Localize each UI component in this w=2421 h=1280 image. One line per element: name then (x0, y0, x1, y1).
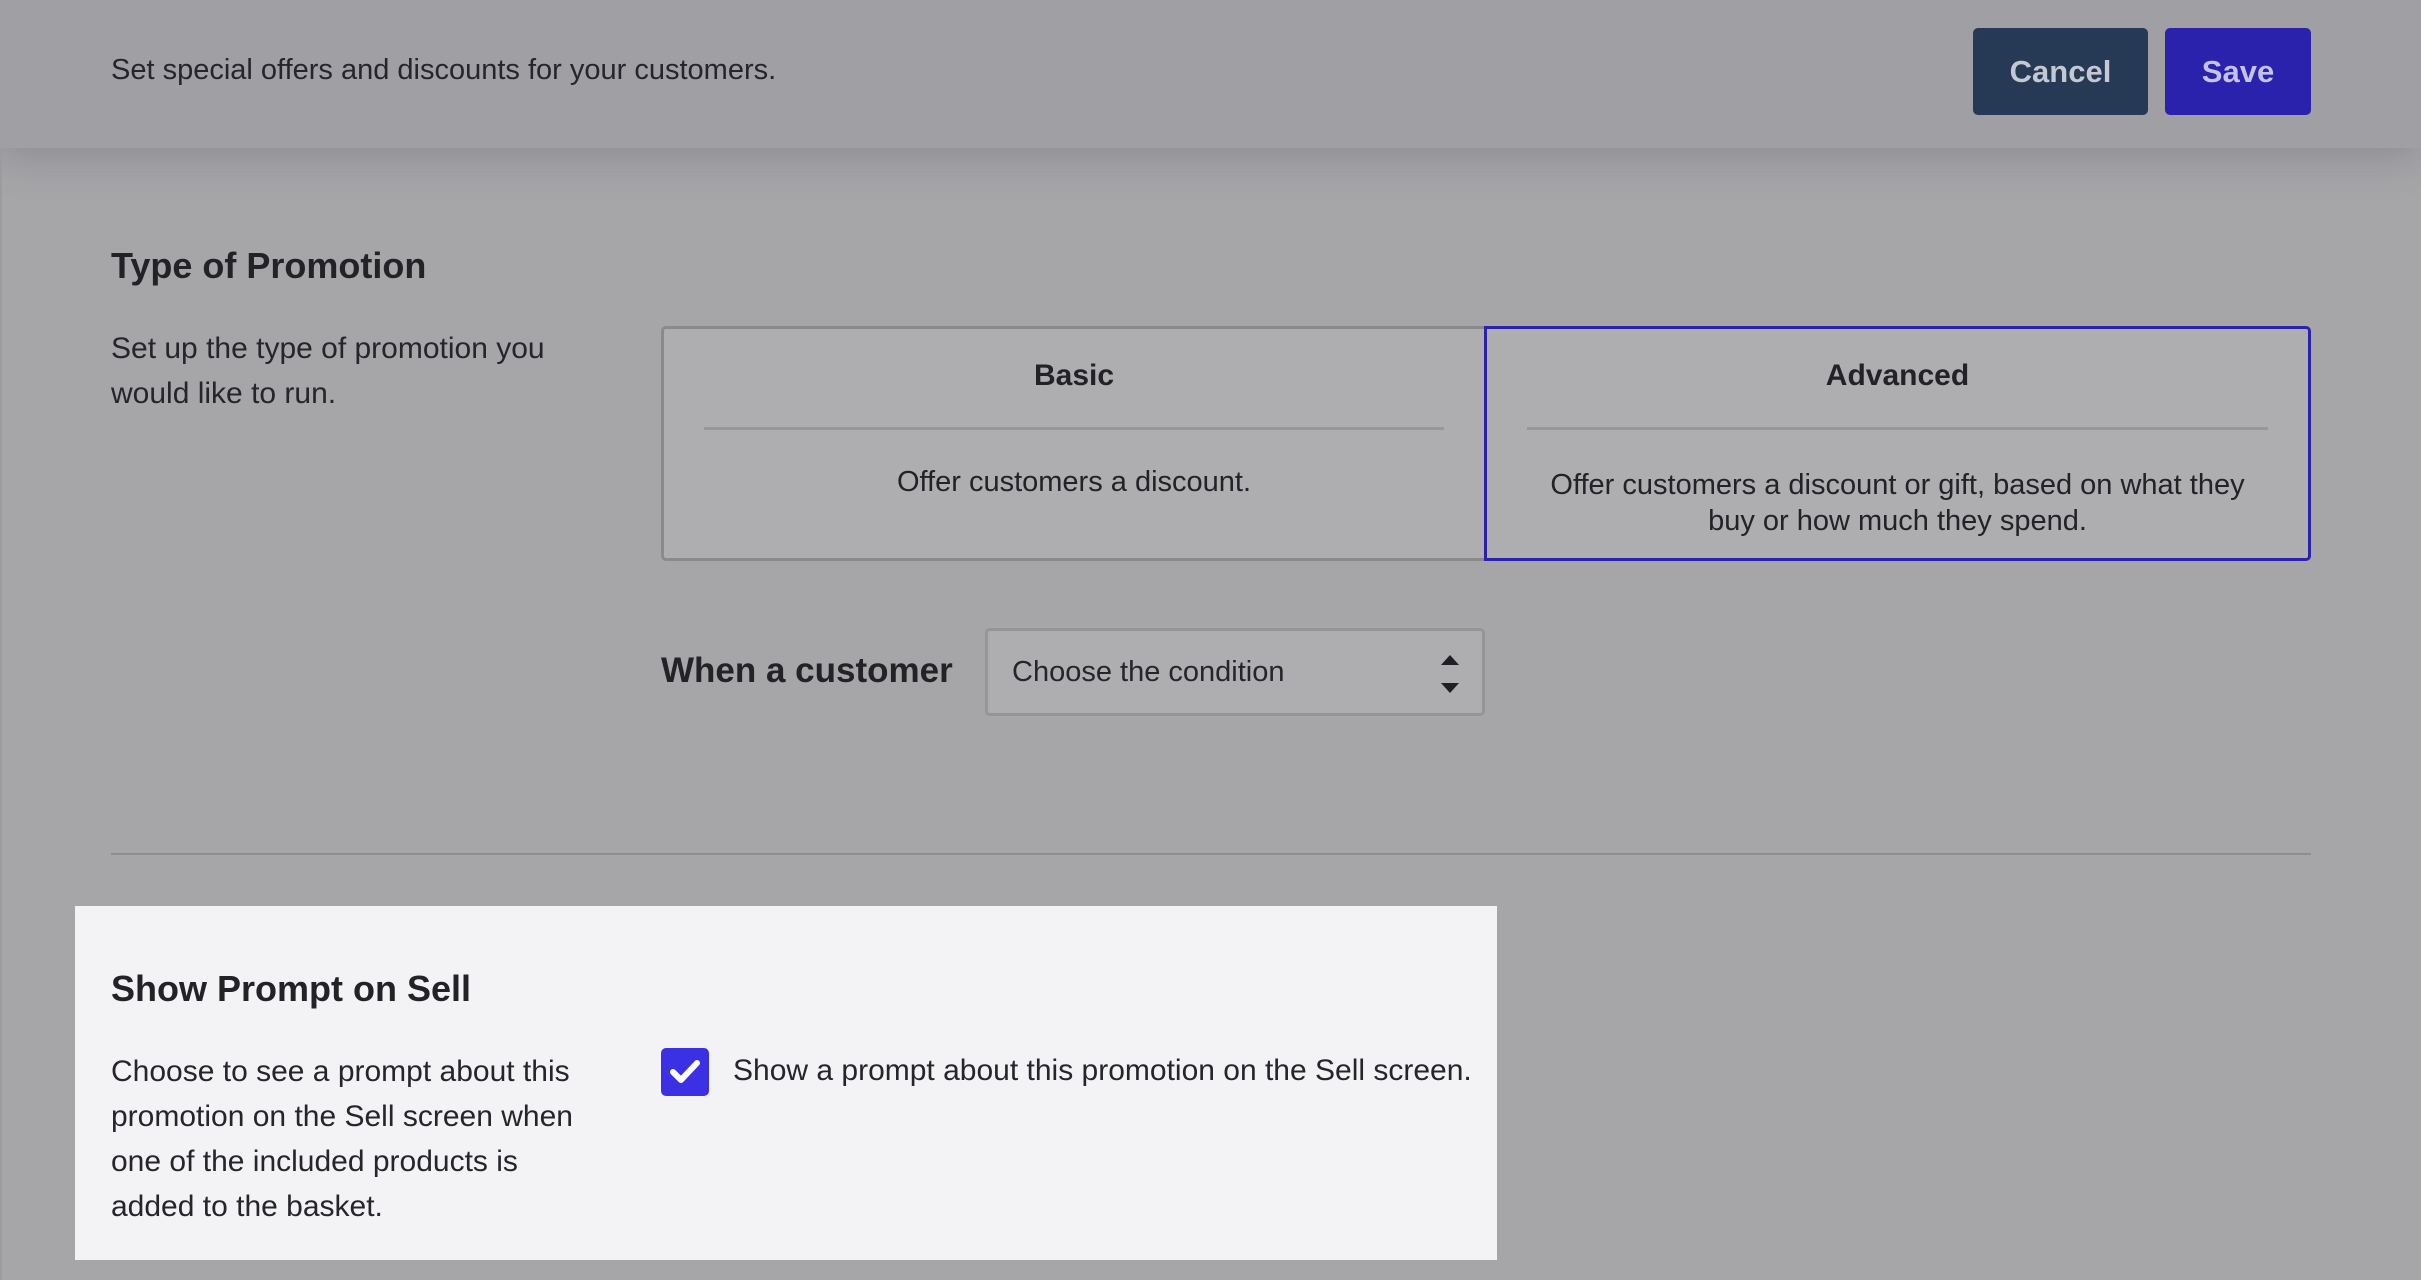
checkmark-icon (670, 1060, 700, 1083)
option-divider (1527, 427, 2268, 430)
option-description: Offer customers a discount. (896, 466, 1252, 498)
condition-select[interactable]: Choose the condition (985, 628, 1485, 716)
show-prompt-checkbox[interactable] (661, 1048, 709, 1096)
promotion-type-description: Set up the type of promotion you would l… (111, 332, 545, 410)
header-subtitle: Set special offers and discounts for you… (111, 54, 777, 86)
left-edge-divider (0, 148, 2, 1280)
cancel-button[interactable]: Cancel (1973, 28, 2148, 115)
option-description: Offer customers a discount or gift, base… (1550, 469, 2245, 537)
option-divider (704, 427, 1444, 430)
option-title: Advanced (1825, 359, 1970, 392)
sort-arrows-icon (1438, 649, 1462, 699)
promotion-option-basic[interactable]: Basic Offer customers a discount. (661, 326, 1484, 561)
save-button[interactable]: Save (2165, 28, 2311, 115)
condition-label: When a customer (661, 651, 953, 690)
show-prompt-description: Choose to see a prompt about this promot… (111, 1055, 573, 1223)
show-prompt-section: Show Prompt on Sell Choose to see a prom… (75, 906, 1497, 1260)
show-prompt-title: Show Prompt on Sell (111, 968, 472, 1009)
promotion-type-title: Type of Promotion (111, 245, 427, 286)
promotion-type-options: Basic Offer customers a discount. Advanc… (661, 326, 2311, 561)
promotion-option-advanced[interactable]: Advanced Offer customers a discount or g… (1484, 326, 2311, 561)
condition-select-value: Choose the condition (1012, 656, 1285, 688)
header-bar: Set special offers and discounts for you… (0, 0, 2421, 148)
section-divider (111, 853, 2311, 855)
show-prompt-checkbox-label[interactable]: Show a prompt about this promotion on th… (733, 1054, 1472, 1088)
option-title: Basic (1033, 359, 1115, 392)
